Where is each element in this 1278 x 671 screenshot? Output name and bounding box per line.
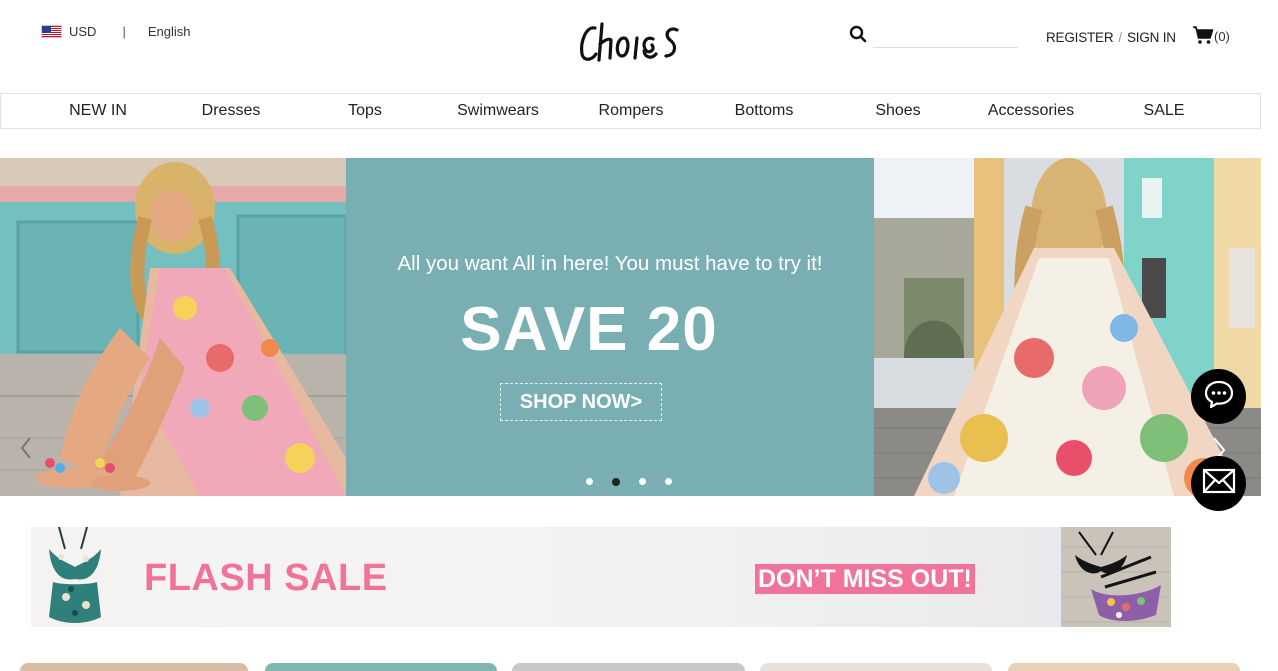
carousel-dot-4[interactable] (665, 478, 672, 485)
currency-selector[interactable]: USD (69, 24, 96, 39)
swimsuit-photo-left (31, 527, 121, 627)
cart-button[interactable]: (0) (1192, 25, 1230, 48)
hero-headline: SAVE 20 (460, 295, 718, 364)
account-links: REGISTER / SIGN IN (1046, 30, 1176, 45)
locale-switcher: USD | English (41, 24, 190, 39)
product-thumb[interactable] (512, 663, 745, 671)
search-icon[interactable] (849, 25, 867, 48)
nav-item-swimwears[interactable]: Swimwears (457, 102, 539, 120)
search-bar (849, 24, 1018, 48)
nav-item-shoes[interactable]: Shoes (875, 102, 920, 120)
nav-item-new-in[interactable]: NEW IN (69, 102, 127, 120)
cart-count: (0) (1214, 29, 1230, 44)
search-input[interactable] (873, 24, 1018, 48)
nav-item-dresses[interactable]: Dresses (202, 102, 261, 120)
carousel-dot-3[interactable] (639, 478, 646, 485)
site-logo[interactable] (578, 14, 688, 70)
nav-item-sale[interactable]: SALE (1144, 102, 1185, 120)
flash-sale-banner[interactable]: FLASH SALE DON’T MISS OUT! (31, 527, 1171, 627)
email-us-button[interactable] (1191, 456, 1246, 511)
nav-item-bottoms[interactable]: Bottoms (735, 102, 794, 120)
nav-item-accessories[interactable]: Accessories (988, 102, 1074, 120)
hero-model-photo-left (0, 158, 346, 496)
locale-separator: | (122, 24, 126, 39)
hero-model-photo-right (874, 158, 1261, 496)
signin-link[interactable]: SIGN IN (1127, 30, 1176, 45)
carousel-indicators (586, 477, 691, 486)
product-grid-preview (0, 663, 1278, 671)
nav-item-rompers[interactable]: Rompers (599, 102, 664, 120)
flash-sale-title: FLASH SALE (144, 557, 388, 599)
language-selector[interactable]: English (148, 24, 191, 39)
carousel-dot-2[interactable] (612, 477, 620, 486)
mail-icon (1202, 468, 1236, 499)
cart-icon (1192, 25, 1214, 48)
account-separator: / (1118, 30, 1122, 45)
site-header: USD | English REGISTER / SIGN IN (0) (0, 0, 1278, 92)
product-thumb[interactable] (1008, 663, 1240, 671)
product-thumb[interactable] (20, 663, 248, 671)
us-flag-icon (41, 25, 62, 38)
flash-sale-subtitle: DON’T MISS OUT! (755, 564, 975, 594)
hero-carousel[interactable]: All you want All in here! You must have … (0, 158, 1261, 496)
hero-tagline: All you want All in here! You must have … (397, 252, 823, 275)
live-chat-button[interactable] (1191, 369, 1246, 424)
bikini-photo-right (1061, 527, 1171, 627)
chat-icon (1203, 379, 1235, 414)
nav-item-tops[interactable]: Tops (348, 102, 382, 120)
product-thumb[interactable] (265, 663, 497, 671)
register-link[interactable]: REGISTER (1046, 30, 1114, 45)
carousel-dot-1[interactable] (586, 478, 593, 485)
shop-now-button[interactable]: SHOP NOW> (500, 383, 662, 421)
hero-promo-panel: All you want All in here! You must have … (346, 158, 874, 496)
product-thumb[interactable] (760, 663, 992, 671)
main-nav: NEW IN Dresses Tops Swimwears Rompers Bo… (0, 93, 1261, 129)
